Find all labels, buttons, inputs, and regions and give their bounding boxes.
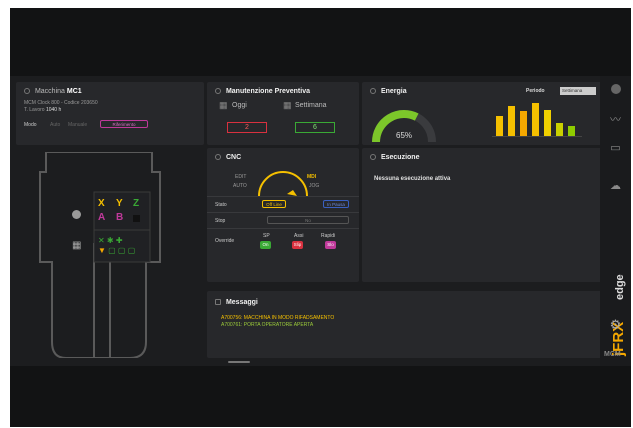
mode-auto[interactable]: Auto: [50, 122, 60, 128]
cnc-title-text: CNC: [225, 154, 242, 161]
cloud-icon[interactable]: ☁: [609, 180, 622, 193]
override-label: Override: [215, 238, 235, 244]
axis-b: B: [116, 212, 124, 223]
today-label: Oggi: [232, 102, 247, 109]
state-label: Stato: [215, 202, 227, 208]
mode-manual[interactable]: Manuale: [68, 122, 87, 128]
axis-z: Z: [133, 198, 140, 209]
week-label: Settimana: [295, 102, 327, 109]
execution-icon: [370, 154, 376, 160]
dashboard-screen: Macchina MC1 MCM Clock 800 - Codice 2036…: [10, 76, 631, 366]
override-axes-badge[interactable]: Slip: [292, 241, 303, 249]
axis-indicator-square: [133, 215, 140, 222]
energy-title: Energia: [370, 88, 407, 95]
book-icon[interactable]: ▭: [609, 142, 622, 155]
maintenance-title: Manutenzione Preventiva: [215, 88, 310, 95]
axis-a: A: [98, 212, 106, 223]
chart-line-icon[interactable]: 〰: [609, 114, 622, 127]
energy-bar: [532, 103, 539, 136]
machine-title: Macchina MC1: [24, 88, 82, 95]
energy-bar: [556, 122, 563, 136]
settings-gear-icon[interactable]: ⚙: [609, 318, 622, 331]
axis-x: X: [98, 198, 105, 209]
maintenance-icon: [215, 88, 221, 94]
maintenance-title-text: Manutenzione Preventiva: [225, 88, 310, 95]
divider: [207, 196, 359, 197]
state-paused-badge: In Pausa: [323, 200, 349, 208]
messages-title-text: Messaggi: [225, 299, 258, 306]
cnc-title: CNC: [215, 154, 241, 161]
override-sp-label: SP: [263, 233, 270, 239]
machine-icon: [24, 88, 30, 94]
energy-bar: [520, 111, 527, 136]
footer-logo: MCM: [604, 351, 621, 358]
messages-panel: Messaggi A700756: MACCHINA IN MODO RIFAD…: [207, 291, 606, 358]
calendar-today-icon: ▦: [219, 100, 228, 110]
divider: [207, 228, 359, 229]
machine-name: MC1: [66, 88, 82, 95]
energy-icon: [370, 88, 376, 94]
mode-label: Modo: [24, 122, 37, 128]
override-sp-badge[interactable]: On: [260, 241, 271, 249]
cnc-mdi-label: MDI: [307, 174, 317, 180]
energy-bar: [508, 106, 515, 136]
messages-title: Messaggi: [215, 299, 258, 306]
hours-value: 1040 h: [45, 107, 62, 113]
override-rapid-label: Rapidi: [321, 233, 336, 239]
tool-icon: ▦: [72, 240, 82, 251]
right-sidebar: 〰 ▭ ☁ jFRX edge ⚙ MCM: [600, 76, 631, 366]
brand-logo: jFRX edge: [603, 270, 629, 360]
stop-value-badge: No: [267, 216, 349, 224]
execution-title: Esecuzione: [370, 154, 419, 161]
svg-text:edge: edge: [614, 274, 626, 300]
override-rapid-badge[interactable]: Slo: [325, 241, 336, 249]
execution-message: Nessuna esecuzione attiva: [374, 176, 451, 182]
cnc-jog-label: JOG: [309, 183, 320, 189]
period-select[interactable]: Settimana: [560, 87, 596, 95]
machine-panel: Macchina MC1 MCM Clock 800 - Codice 2036…: [16, 82, 204, 145]
period-label: Periodo: [526, 88, 545, 94]
execution-title-text: Esecuzione: [380, 154, 420, 161]
energy-title-text: Energia: [380, 88, 407, 95]
execution-panel: Esecuzione Nessuna esecuzione attiva: [362, 148, 606, 282]
state-offline-badge: Off Line: [262, 200, 286, 208]
calendar-week-icon: ▦: [283, 100, 292, 110]
messages-icon: [215, 299, 221, 305]
cnc-panel: CNC EDIT AUTO MDI JOG Stato Off Line In …: [207, 148, 359, 282]
cnc-edit-label: EDIT: [235, 174, 247, 180]
cnc-icon: [215, 154, 221, 160]
cnc-mode-gauge: [258, 171, 308, 197]
message-line-1: A700756: MACCHINA IN MODO RIFADSAMENTO: [221, 315, 335, 321]
machine-hours: T. Lavoro 1040 h: [24, 107, 61, 113]
override-axes-label: Assi: [294, 233, 304, 239]
cnc-auto-label: AUTO: [233, 183, 247, 189]
spindle-icon: [72, 210, 81, 219]
machine-diagram: ▦ X Y Z A B ✕ ✱ ✚ ▼ ▢ ▢ ▢: [38, 151, 168, 359]
status-icons-row: ✕ ✱ ✚: [98, 236, 123, 245]
stop-label: Stop: [215, 218, 226, 224]
hours-label: T. Lavoro: [24, 107, 45, 113]
status-dot-icon[interactable]: [609, 84, 622, 97]
energy-bar: [568, 126, 575, 136]
energy-bar: [496, 116, 503, 136]
energy-bar-chart: [492, 103, 582, 137]
maintenance-panel: Manutenzione Preventiva ▦ Oggi ▦ Settima…: [207, 82, 359, 145]
status-icons-row-2: ▼ ▢ ▢ ▢: [98, 246, 136, 255]
message-line-2: A700761: PORTA OPERATORE APERTA: [221, 322, 314, 328]
machine-outline-graphic: [39, 151, 161, 359]
mode-reference-button[interactable]: Riferimento: [100, 120, 148, 128]
scroll-indicator[interactable]: [228, 361, 250, 363]
week-value-box[interactable]: 6: [295, 122, 335, 133]
energy-bar: [544, 109, 551, 136]
energy-gauge-value: 65%: [396, 131, 413, 140]
machine-code: MCM Clock 800 - Codice 203650: [24, 100, 98, 106]
today-value-box[interactable]: 2: [227, 122, 267, 133]
brand-logo-graphic: jFRX edge: [610, 274, 627, 357]
energy-panel: Energia Periodo Settimana 65%: [362, 82, 606, 145]
axis-y: Y: [116, 198, 123, 209]
machine-title-prefix: Macchina: [34, 88, 65, 95]
divider: [207, 212, 359, 213]
